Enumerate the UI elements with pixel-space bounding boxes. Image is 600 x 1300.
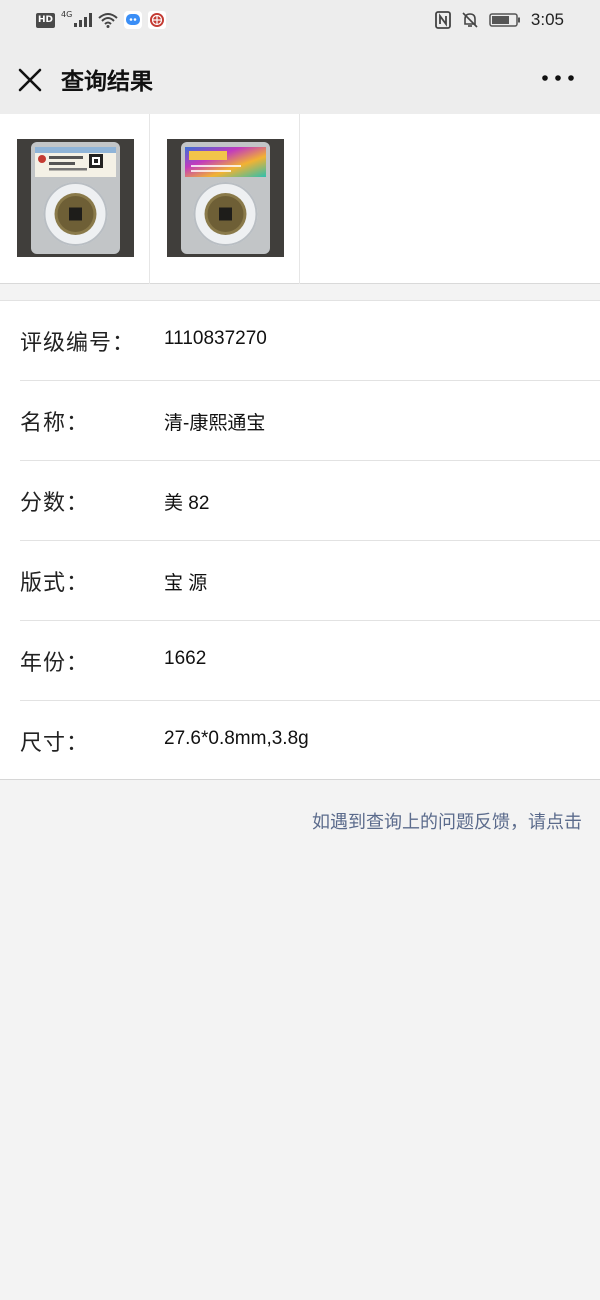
network-type: 4G [61,9,73,19]
coin-image-back[interactable] [167,139,284,257]
field-label: 年份： [20,651,90,676]
field-value: 清-康熙通宝 [164,413,266,434]
app-seal-icon [148,11,167,29]
field-row-grade-number: 评级编号： 1110837270 [0,301,600,381]
coin-slab-back-illustration [167,139,284,257]
coin-image-front-cell[interactable] [0,114,150,284]
field-label: 版式： [20,571,90,596]
field-value: 27.6*0.8mm,3.8g [164,728,309,749]
field-label: 名称： [20,411,90,436]
field-row-year: 年份： 1662 [0,621,600,701]
field-row-size: 尺寸： 27.6*0.8mm,3.8g [0,701,600,781]
status-left: HD 4G [36,9,167,29]
close-icon[interactable] [14,64,46,96]
mute-bell-icon [462,12,478,28]
field-label: 评级编号： [20,331,136,356]
field-value: 宝 源 [164,573,208,594]
page-title: 查询结果 [61,69,153,95]
coin-image-gallery [0,114,600,284]
field-value: 1110837270 [164,328,267,349]
field-row-name: 名称： 清-康熙通宝 [0,381,600,461]
nfc-icon [435,11,451,29]
battery-icon [489,13,520,27]
status-right: 3:05 [435,10,564,30]
coin-image-back-cell[interactable] [150,114,300,284]
chat-app-icon [124,11,143,29]
field-label: 分数： [20,491,90,516]
coin-image-front[interactable] [17,139,134,257]
field-value: 美 82 [164,493,210,514]
field-label: 尺寸： [20,731,90,756]
field-row-score: 分数： 美 82 [0,461,600,541]
feedback-link[interactable]: 如遇到查询上的问题反馈，请点击 [312,808,582,834]
signal-icon [74,13,93,27]
more-options-icon[interactable] [540,72,576,84]
grading-info-list: 评级编号： 1110837270 名称： 清-康熙通宝 分数： 美 82 版式：… [0,300,600,780]
nav-bar: 查询结果 [0,42,600,114]
clock: 3:05 [530,10,564,29]
coin-slab-front-illustration [17,139,134,257]
field-value: 1662 [164,648,207,669]
wifi-icon [98,13,118,28]
field-row-variety: 版式： 宝 源 [0,541,600,621]
status-bar: HD 4G 3:05 [0,0,600,42]
hd-badge: HD [36,12,56,28]
